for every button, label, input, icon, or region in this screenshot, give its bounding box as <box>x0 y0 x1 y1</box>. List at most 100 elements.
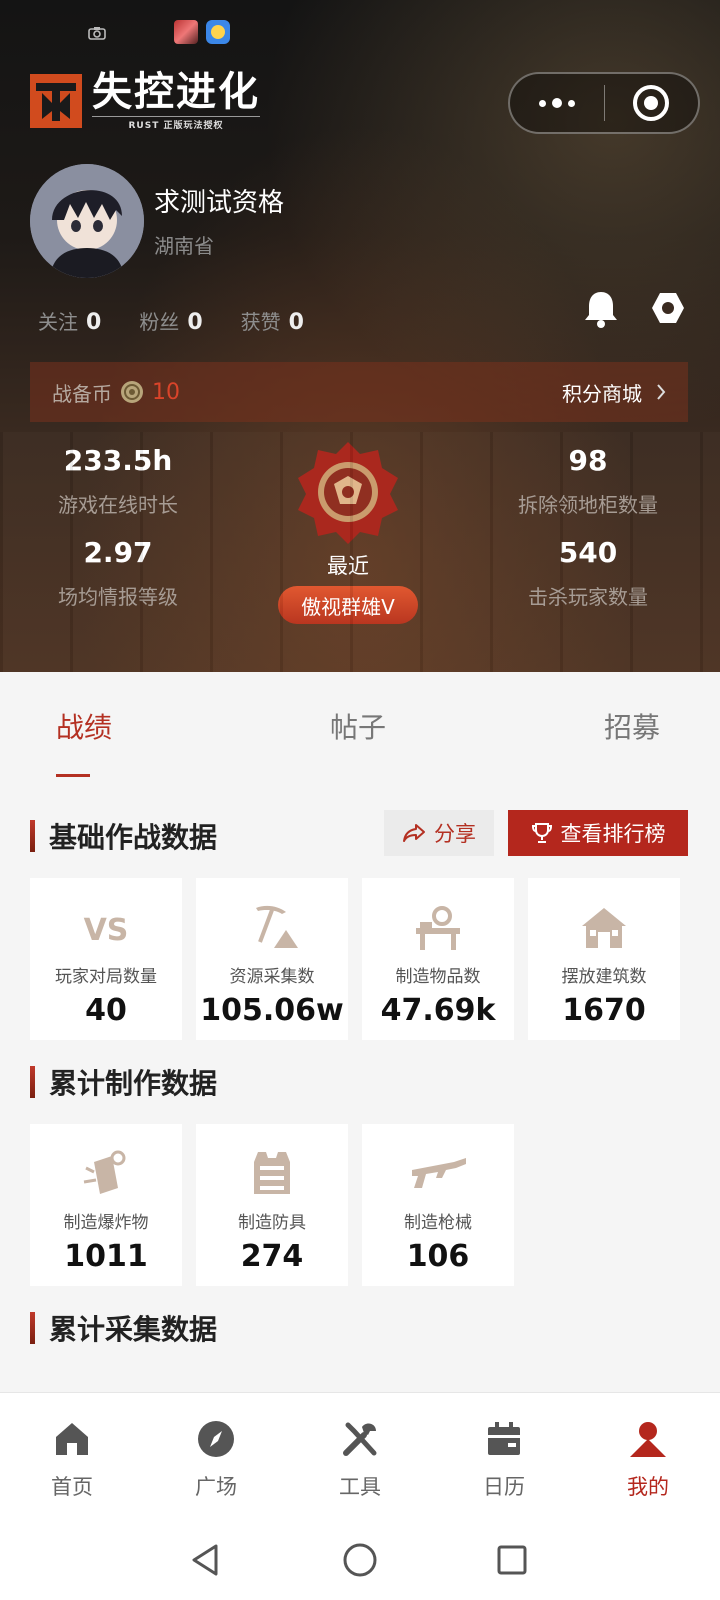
tools-icon <box>343 1422 377 1456</box>
record-circle-icon <box>633 85 670 121</box>
coin-bar: 战备币 10 积分商城 <box>30 362 688 422</box>
more-dots-icon <box>538 99 546 107</box>
gathering-section-title: 累计采集数据 <box>30 1308 217 1348</box>
card-value: 40 <box>85 993 127 1028</box>
tab-posts[interactable]: 帖子 <box>330 706 386 746</box>
metric-label: 场均情报等级 <box>58 585 178 609</box>
stat-card-matches[interactable]: VS 玩家对局数量 40 <box>30 878 182 1040</box>
miniprogram-capsule <box>508 72 700 134</box>
basic-section-title: 基础作战数据 <box>30 816 217 856</box>
game-app-icon <box>174 20 198 44</box>
section-title-text: 基础作战数据 <box>49 821 218 854</box>
tab-recruit[interactable]: 招募 <box>604 706 660 746</box>
section-accent-bar <box>30 1066 35 1098</box>
chevron-right-icon <box>657 384 666 400</box>
metric-value: 540 <box>558 536 618 569</box>
nav-tools[interactable]: 工具 <box>310 1419 410 1501</box>
share-icon <box>403 824 425 842</box>
card-value: 106 <box>406 1239 470 1274</box>
app-logo: 失控进化 RUST 正版玩法授权 <box>30 70 260 131</box>
metric-label: 游戏在线时长 <box>58 493 178 517</box>
leaderboard-label: 查看排行榜 <box>560 822 666 846</box>
svg-text:VS: VS <box>84 913 129 948</box>
active-tab-indicator <box>56 774 90 777</box>
user-icon <box>630 1422 666 1457</box>
points-shop-link[interactable]: 积分商城 <box>562 378 666 407</box>
card-label: 制造爆炸物 <box>63 1213 149 1233</box>
section-title-text: 累计采集数据 <box>49 1313 218 1346</box>
logo-title: 失控进化 <box>92 69 260 115</box>
likes-stat[interactable]: 获赞 0 <box>241 306 304 335</box>
coin-icon <box>121 381 143 403</box>
card-label: 制造物品数 <box>395 967 481 987</box>
tab-bar: 战绩 帖子 招募 <box>0 694 720 777</box>
house-icon <box>582 908 626 948</box>
cabinets-destroyed-metric: 98 拆除领地柜数量 <box>468 444 708 518</box>
bell-icon[interactable] <box>582 288 620 328</box>
card-value: 47.69k <box>380 993 496 1028</box>
bottom-nav: 首页 广场 工具 日历 我的 <box>0 1392 720 1522</box>
more-button[interactable] <box>510 74 604 132</box>
explosive-icon <box>83 1150 126 1194</box>
card-label: 资源采集数 <box>229 967 315 987</box>
stat-card-armor[interactable]: 制造防具 274 <box>196 1124 348 1286</box>
logo-subtitle: RUST 正版玩法授权 <box>92 116 260 131</box>
nav-calendar[interactable]: 日历 <box>454 1419 554 1501</box>
stat-value: 0 <box>86 310 102 335</box>
card-value: 1011 <box>64 1239 148 1274</box>
intel-level-metric: 2.97 场均情报等级 <box>0 536 238 610</box>
username: 求测试资格 <box>154 188 285 218</box>
trophy-icon <box>531 823 552 843</box>
stat-label: 获赞 <box>240 310 281 334</box>
stat-card-crafted[interactable]: 制造物品数 47.69k <box>362 878 514 1040</box>
card-label: 制造防具 <box>238 1213 306 1233</box>
metric-label: 拆除领地柜数量 <box>518 493 658 517</box>
user-region: 湖南省 <box>154 234 214 258</box>
section-title-text: 累计制作数据 <box>49 1067 218 1100</box>
nav-home[interactable]: 首页 <box>22 1419 122 1501</box>
recents-icon[interactable] <box>492 1540 532 1580</box>
card-label: 制造枪械 <box>404 1213 472 1233</box>
nav-label: 我的 <box>627 1475 669 1499</box>
metric-label: 击杀玩家数量 <box>528 585 648 609</box>
main-content: 战绩 帖子 招募 基础作战数据 分享 查看排行榜 VS 玩家对局数量 40 资源… <box>0 672 720 1392</box>
camera-icon <box>88 27 106 40</box>
card-value: 1670 <box>562 993 646 1028</box>
home-icon <box>56 1423 88 1455</box>
nav-label: 工具 <box>339 1475 381 1499</box>
avatar[interactable] <box>30 164 144 278</box>
stat-value: 0 <box>187 310 203 335</box>
stat-card-gathering[interactable]: 资源采集数 105.06w <box>196 878 348 1040</box>
followers-stat[interactable]: 粉丝 0 <box>139 306 202 335</box>
stat-label: 粉丝 <box>139 310 180 334</box>
settings-icon[interactable] <box>650 290 686 326</box>
nav-mine[interactable]: 我的 <box>598 1419 698 1501</box>
home-circle-icon[interactable] <box>340 1540 380 1580</box>
coin-value: 10 <box>152 379 180 405</box>
back-icon[interactable] <box>186 1540 226 1580</box>
rifle-icon <box>412 1158 466 1188</box>
share-button[interactable]: 分享 <box>384 810 494 856</box>
following-stat[interactable]: 关注 0 <box>38 306 101 335</box>
stat-card-buildings[interactable]: 摆放建筑数 1670 <box>528 878 680 1040</box>
card-value: 274 <box>240 1239 304 1274</box>
stat-card-guns[interactable]: 制造枪械 106 <box>362 1124 514 1286</box>
stat-card-explosives[interactable]: 制造爆炸物 1011 <box>30 1124 182 1286</box>
medal-caption: 最近 <box>327 554 369 578</box>
tab-record[interactable]: 战绩 <box>56 706 112 746</box>
leaderboard-button[interactable]: 查看排行榜 <box>508 810 688 856</box>
card-label: 摆放建筑数 <box>561 967 647 987</box>
rank-medal-icon[interactable] <box>296 440 400 544</box>
compass-icon <box>198 1421 234 1457</box>
players-killed-metric: 540 击杀玩家数量 <box>468 536 708 610</box>
points-shop-label: 积分商城 <box>562 381 642 406</box>
armor-icon <box>254 1152 290 1194</box>
radiation-logo-icon <box>30 73 82 128</box>
online-hours-metric: 233.5h 游戏在线时长 <box>0 444 238 518</box>
nav-square[interactable]: 广场 <box>166 1419 266 1501</box>
nav-label: 首页 <box>51 1475 93 1499</box>
card-value: 105.06w <box>200 993 344 1028</box>
rank-badge: 傲视群雄V <box>278 586 418 624</box>
close-miniprogram-button[interactable] <box>605 74 699 132</box>
metric-value: 233.5h <box>63 444 173 477</box>
